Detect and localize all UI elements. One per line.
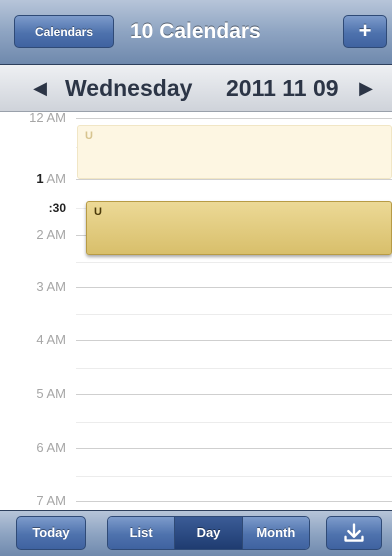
half-hour-line <box>76 422 392 423</box>
event-title: U <box>85 130 93 142</box>
hour-line <box>76 394 392 395</box>
event-title: U <box>94 206 102 218</box>
hour-line <box>76 501 392 502</box>
download-button[interactable] <box>326 516 382 550</box>
previous-day-arrow-icon[interactable]: ◀ <box>28 65 52 111</box>
hour-line <box>76 179 392 180</box>
half-hour-line <box>76 368 392 369</box>
hour-label-12am: 12 AM <box>29 112 66 125</box>
date-navigation-bar: ◀ Wednesday 2011 11 09 ▶ <box>0 65 392 112</box>
hour-label-2am: 2 AM <box>36 227 66 242</box>
hour-label-7am: 7 AM <box>36 493 66 508</box>
navigation-bar: Calendars 10 Calendars + <box>0 0 392 65</box>
download-icon <box>344 523 364 542</box>
date-label: 2011 11 09 <box>226 75 339 101</box>
weekday-label: Wednesday <box>65 75 193 101</box>
page-title: 10 Calendars <box>130 20 261 43</box>
hour-label-4am: 4 AM <box>36 332 66 347</box>
hour-line <box>76 448 392 449</box>
event-selected[interactable]: U <box>86 201 392 255</box>
hour-line <box>76 118 392 119</box>
hour-label-5am: 5 AM <box>36 386 66 401</box>
hour-label-6am: 6 AM <box>36 440 66 455</box>
hour-line <box>76 340 392 341</box>
calendars-button[interactable]: Calendars <box>14 15 114 48</box>
today-button[interactable]: Today <box>16 516 86 550</box>
plus-icon: + <box>358 18 372 43</box>
segment-month[interactable]: Month <box>242 517 309 549</box>
event-faded[interactable]: U <box>77 125 392 179</box>
half-hour-line <box>76 476 392 477</box>
day-timeline[interactable]: 12 AM 1 AM :30 2 AM 3 AM 4 AM 5 AM 6 AM … <box>0 112 392 510</box>
view-mode-segmented-control: List Day Month <box>107 516 310 550</box>
add-event-button[interactable]: + <box>343 15 387 48</box>
hour-label-3am: 3 AM <box>36 279 66 294</box>
half-hour-line <box>76 314 392 315</box>
half-hour-line <box>76 262 392 263</box>
hour-label-1am: 1 AM <box>0 171 66 186</box>
segment-list[interactable]: List <box>108 517 176 549</box>
hour-number: 1 <box>36 171 44 186</box>
next-day-arrow-icon[interactable]: ▶ <box>354 65 378 111</box>
segment-day[interactable]: Day <box>175 517 243 549</box>
hour-line <box>76 287 392 288</box>
half-hour-label: :30 <box>48 201 66 215</box>
bottom-toolbar: Today List Day Month <box>0 510 392 556</box>
hour-suffix: AM <box>46 171 67 186</box>
